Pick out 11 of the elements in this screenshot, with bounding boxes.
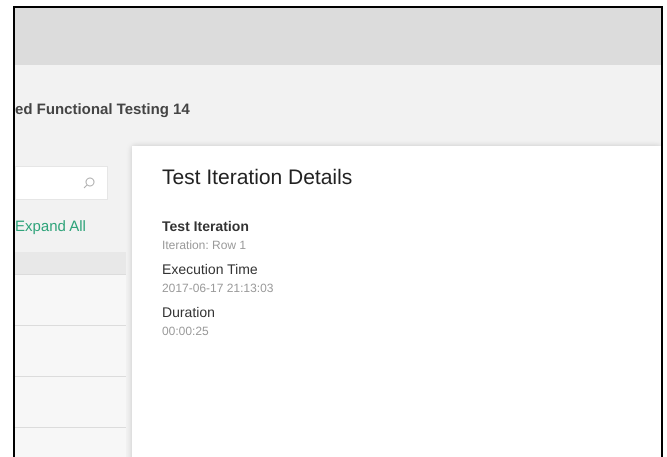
field-value: 2017-06-17 21:13:03 bbox=[162, 281, 274, 295]
page-title: ed Functional Testing 14 bbox=[15, 100, 191, 120]
expand-all-link[interactable]: Expand All bbox=[15, 218, 86, 234]
field-value: Iteration: Row 1 bbox=[162, 238, 248, 252]
search-icon bbox=[83, 177, 95, 189]
field-label: Duration bbox=[162, 304, 216, 320]
field-label: Execution Time bbox=[162, 261, 259, 277]
field-value: 00:00:25 bbox=[162, 324, 210, 338]
field-label: Test Iteration bbox=[162, 218, 250, 234]
search-field[interactable] bbox=[15, 166, 108, 200]
panel-title: Test Iteration Details bbox=[162, 166, 354, 190]
